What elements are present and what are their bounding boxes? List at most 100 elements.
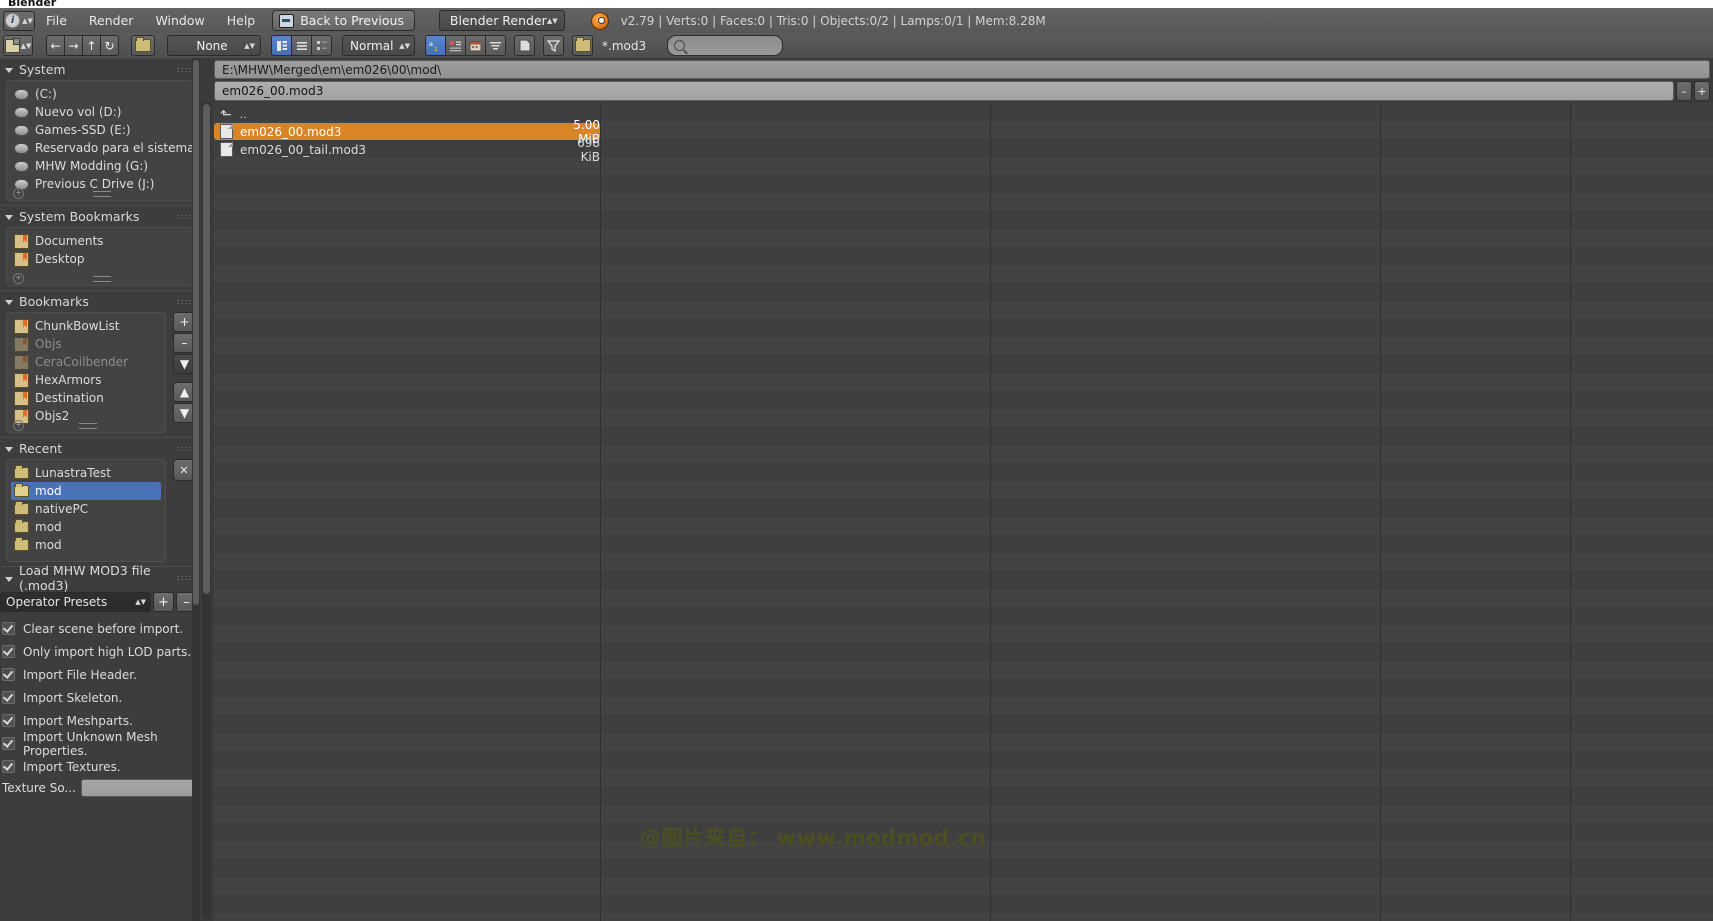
operator-panel-header[interactable]: Load MHW MOD3 file (.mod3) :::: — [0, 563, 200, 593]
directory-path-input[interactable]: E:\MHW\Merged\em\em026\00\mod\ — [214, 60, 1710, 79]
menu-item-render[interactable]: Render — [78, 8, 145, 33]
menu-item-help[interactable]: Help — [216, 8, 267, 33]
list-item[interactable]: mod — [11, 482, 161, 500]
disk-icon — [14, 106, 29, 118]
chevron-updown-icon: ▲▼ — [244, 41, 255, 50]
filename-increment-button[interactable]: + — [1694, 81, 1710, 101]
sort-button-group: az — [425, 35, 506, 56]
list-item-label: Objs — [35, 337, 62, 351]
file-name-input[interactable]: em026_00.mod3 — [214, 81, 1674, 101]
list-item[interactable]: Objs — [7, 335, 165, 353]
system-bookmarks-list: Documents Desktop + — [6, 227, 194, 286]
info-editor-icon: i — [5, 13, 21, 28]
chevron-down-icon — [5, 215, 13, 220]
watermark-text: @图片来自： www.modmod.cn — [640, 826, 987, 850]
option-label: Only import high LOD parts. — [23, 644, 192, 659]
menu-item-window[interactable]: Window — [144, 8, 215, 33]
menu-item-file[interactable]: File — [35, 8, 78, 33]
render-engine-dropdown[interactable]: Blender Render ▲▼ — [438, 10, 565, 31]
render-engine-value: Blender Render — [449, 13, 547, 28]
sort-size-icon[interactable] — [485, 35, 506, 56]
operator-presets-dropdown[interactable]: Operator Presets ▲▼ — [0, 592, 151, 612]
chevron-down-icon — [5, 68, 13, 73]
resize-handle[interactable] — [79, 423, 97, 429]
folder-icon — [14, 501, 29, 515]
list-item[interactable]: Reservado para el sistema (F:) — [7, 139, 200, 157]
list-item[interactable]: Destination — [7, 389, 165, 407]
table-row[interactable]: em026_00_tail.mod3 698 KiB — [214, 136, 600, 164]
chevron-updown-icon: ▲▼ — [135, 598, 146, 606]
option-high-lod[interactable]: Only import high LOD parts. — [0, 640, 200, 663]
list-item[interactable]: Desktop — [7, 250, 193, 268]
display-mode-dropdown[interactable]: None ▲▼ — [167, 35, 261, 56]
show-documents-icon[interactable] — [514, 35, 535, 56]
option-textures[interactable]: Import Textures. — [0, 755, 200, 778]
show-folders-icon[interactable] — [572, 35, 593, 56]
file-name-cell: em026_00_tail.mod3 — [214, 141, 558, 158]
section-header-system-bookmarks[interactable]: System Bookmarks :::: — [0, 205, 200, 227]
nav-refresh-button[interactable]: ↻ — [100, 35, 119, 56]
option-unknown-mesh-properties[interactable]: Import Unknown Mesh Properties. — [0, 730, 200, 758]
back-to-previous-button[interactable]: Back to Previous — [272, 10, 415, 31]
operator-preset-row: Operator Presets ▲▼ + – — [0, 592, 197, 612]
sort-alphabetical-icon[interactable]: az — [425, 35, 445, 56]
thumbnail-view-icon[interactable] — [271, 35, 291, 56]
add-icon[interactable]: + — [13, 420, 24, 431]
parent-directory-row[interactable]: ⬑ .. — [214, 106, 247, 123]
section-header-bookmarks[interactable]: Bookmarks :::: — [0, 290, 200, 312]
list-item-label: HexArmors — [35, 373, 102, 387]
list-item[interactable]: LunastraTest — [7, 464, 165, 482]
editor-type-selector-filebrowser[interactable]: ▲▼ — [3, 35, 33, 56]
list-item[interactable]: nativePC — [7, 500, 165, 518]
option-label: Clear scene before import. — [23, 621, 184, 636]
add-preset-button[interactable]: + — [153, 592, 174, 612]
resize-handle[interactable] — [93, 191, 111, 197]
option-file-header[interactable]: Import File Header. — [0, 663, 200, 686]
search-input[interactable] — [667, 35, 784, 56]
bookmark-icon — [14, 318, 29, 334]
sort-date-icon[interactable] — [465, 35, 485, 56]
filename-decrement-button[interactable]: – — [1676, 81, 1692, 101]
add-icon[interactable]: + — [13, 273, 24, 284]
list-item[interactable]: (C:) — [7, 85, 193, 103]
create-directory-button[interactable] — [131, 35, 155, 56]
option-label: Import Skeleton. — [23, 690, 123, 705]
list-item[interactable]: Games-SSD (E:) — [7, 121, 193, 139]
list-item[interactable]: CeraCoilbender — [7, 353, 165, 371]
list-item[interactable]: MHW Modding (G:) — [7, 157, 193, 175]
option-skeleton[interactable]: Import Skeleton. — [0, 686, 200, 709]
option-clear-scene[interactable]: Clear scene before import. — [0, 617, 200, 640]
checkbox-icon — [2, 622, 15, 635]
nav-parent-button[interactable]: ↑ — [82, 35, 100, 56]
list-item[interactable]: Nuevo vol (D:) — [7, 103, 193, 121]
sort-mode-dropdown[interactable]: Normal ▲▼ — [342, 35, 415, 56]
texture-source-input[interactable] — [80, 779, 200, 797]
list-item[interactable]: Documents — [7, 232, 193, 250]
list-item[interactable]: mod — [7, 536, 165, 554]
recent-list: LunastraTest mod nativePC mod mod — [6, 459, 166, 562]
file-list-scrollbar-thumb[interactable] — [203, 104, 210, 594]
chevron-down-icon — [5, 447, 13, 452]
sidebar-scrollbar[interactable] — [192, 58, 200, 921]
file-list-scrollbar[interactable] — [202, 102, 211, 919]
add-icon[interactable]: + — [13, 188, 24, 199]
detail-list-view-icon[interactable] — [311, 35, 332, 56]
column-separator — [990, 103, 991, 921]
table-row[interactable]: em026_00.mod3 5.00 MiB — [214, 118, 600, 146]
list-item[interactable]: mod — [7, 518, 165, 536]
nav-back-button[interactable]: ← — [46, 35, 64, 56]
list-item[interactable]: ChunkBowList — [7, 317, 165, 335]
resize-handle[interactable] — [93, 276, 111, 282]
filter-files-icon[interactable] — [543, 35, 564, 56]
sidebar-scrollbar-thumb[interactable] — [193, 60, 199, 605]
section-header-recent[interactable]: Recent :::: — [0, 437, 200, 459]
sort-extension-icon[interactable] — [445, 35, 465, 56]
section-header-system[interactable]: System :::: — [0, 58, 200, 80]
system-list: (C:) Nuevo vol (D:) Games-SSD (E:) Reser… — [6, 80, 200, 201]
nav-forward-button[interactable]: → — [64, 35, 82, 56]
editor-type-selector[interactable]: i ▲▼ — [3, 10, 35, 31]
filter-extension-field[interactable]: *.mod3 — [602, 39, 646, 53]
list-item[interactable]: HexArmors — [7, 371, 165, 389]
short-list-view-icon[interactable] — [291, 35, 311, 56]
section-title-recent: Recent — [19, 441, 63, 456]
